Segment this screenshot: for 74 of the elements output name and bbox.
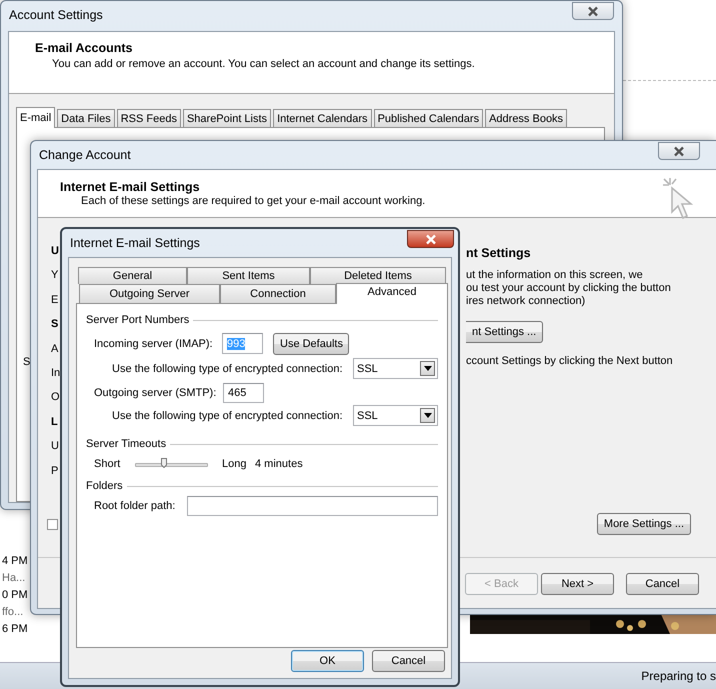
port-field[interactable]: 465 (223, 382, 264, 402)
close-icon (673, 146, 685, 156)
slider-thumb[interactable] (161, 458, 168, 468)
tab[interactable]: RSS Feeds (116, 109, 181, 127)
field-label: Use the following type of encrypted connection: (112, 410, 344, 422)
partial-text: U (51, 245, 59, 259)
close-button[interactable] (407, 230, 454, 248)
partial-text: Y (51, 269, 58, 284)
message-time: 4 PM (2, 554, 28, 569)
use-defaults-button[interactable]: Use Defaults (273, 332, 349, 354)
window-title: Change Account (39, 148, 132, 162)
slider-label: Long (222, 458, 248, 470)
close-icon (424, 234, 436, 244)
partial-text: ccount Settings by clicking the Next button (466, 355, 673, 367)
cancel-button[interactable]: Cancel (372, 650, 445, 672)
caret-icon (424, 413, 432, 418)
test-settings-button[interactable]: nt Settings ... (466, 321, 544, 343)
partial-text: P (51, 464, 58, 479)
message-snippet: ffo... (2, 605, 24, 620)
status-text: Preparing to s (641, 669, 716, 683)
tab[interactable]: Outgoing Server (79, 284, 220, 303)
group-label: Server Port Numbers (86, 314, 190, 326)
partial-text: S (51, 318, 58, 332)
partial-text: E (51, 294, 58, 308)
slider-label: Short (94, 458, 122, 470)
window-title: Internet E-mail Settings (70, 236, 201, 250)
message-time: 6 PM (2, 622, 28, 637)
section-description: You can add or remove an account. You can select an account and change its settings. (52, 58, 476, 70)
close-button[interactable] (658, 142, 700, 160)
group-label: Folders (86, 480, 123, 492)
tab[interactable]: Data Files (57, 109, 115, 127)
field-label: Incoming server (IMAP): (94, 338, 214, 350)
encryption-dropdown[interactable]: SSL (353, 405, 438, 426)
wizard-button[interactable]: Cancel (626, 573, 699, 595)
message-snippet: Ha... (2, 571, 26, 586)
partial-text: In (51, 366, 60, 381)
timeout-value: 4 minutes (255, 458, 303, 470)
section-heading: Internet E-mail Settings (60, 180, 201, 194)
section-heading: nt Settings (466, 246, 531, 260)
partial-text: ou test your account by clicking the button (466, 282, 671, 295)
tab[interactable]: Sent Items (187, 267, 310, 284)
section-description: Each of these settings are required to get your e-mail account working. (81, 195, 426, 207)
ok-button[interactable]: OK (291, 650, 364, 672)
close-icon (587, 6, 599, 16)
close-button[interactable] (572, 2, 614, 20)
window-title: Account Settings (9, 8, 104, 22)
wizard-button[interactable]: Next > (541, 573, 614, 595)
more-settings-button[interactable]: More Settings ... (596, 513, 691, 535)
tab[interactable]: Deleted Items (310, 267, 446, 284)
partial-text: L (51, 416, 58, 430)
section-heading: E-mail Accounts (35, 41, 134, 55)
tab[interactable]: Published Calendars (374, 109, 484, 127)
tab[interactable]: E-mail (16, 107, 56, 128)
partial-text: O (51, 391, 60, 406)
tab[interactable]: Address Books (485, 109, 568, 127)
field-label: Root folder path: (94, 500, 176, 512)
encryption-dropdown[interactable]: SSL (353, 358, 438, 379)
partial-text: U (51, 440, 59, 454)
tab[interactable]: Advanced (336, 283, 448, 304)
tab[interactable]: General (78, 267, 187, 284)
field-label: Use the following type of encrypted connection: (112, 362, 344, 374)
message-time: 0 PM (2, 588, 28, 603)
caret-icon (424, 366, 432, 371)
partial-text: ires network connection) (466, 295, 586, 308)
root-folder-field[interactable] (187, 496, 438, 516)
field-label: Outgoing server (SMTP): (94, 386, 218, 398)
partial-text: A (51, 342, 58, 357)
partial-text: ut the information on this screen, we (466, 269, 643, 282)
checkbox[interactable] (47, 518, 58, 530)
tab[interactable]: Connection (220, 284, 336, 303)
tab[interactable]: Internet Calendars (273, 109, 372, 127)
tab[interactable]: SharePoint Lists (182, 109, 272, 127)
group-label: Server Timeouts (86, 438, 166, 450)
partial-text: S (23, 356, 30, 368)
